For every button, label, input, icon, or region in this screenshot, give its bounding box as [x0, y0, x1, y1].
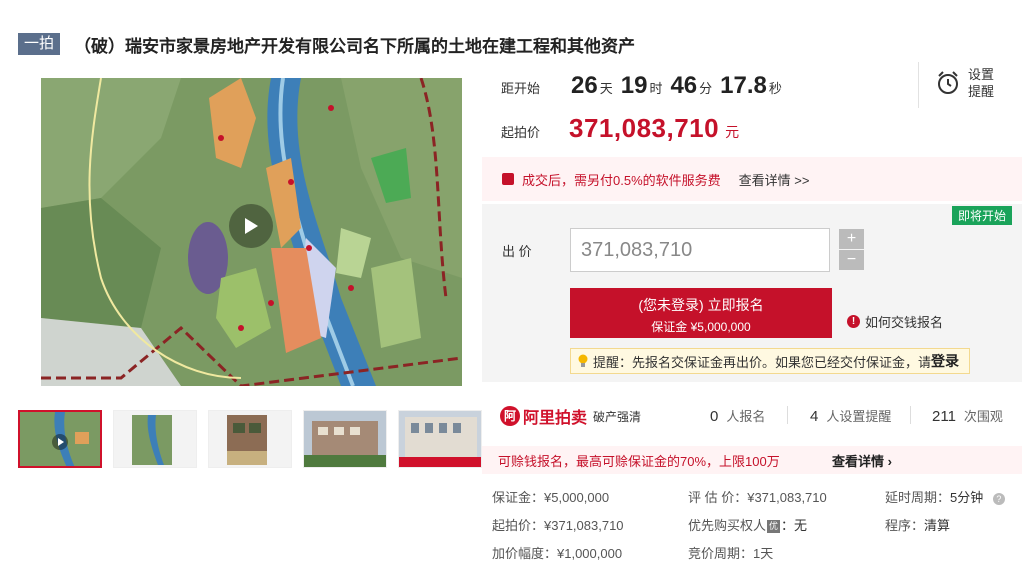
thumbnail-strip: [18, 410, 493, 468]
help-icon[interactable]: ?: [992, 492, 1005, 505]
video-play-button[interactable]: [229, 204, 273, 248]
thumbnail-5[interactable]: [398, 410, 482, 468]
detail-increment: 加价幅度：¥1,000,000: [492, 546, 623, 561]
decrease-bid-button[interactable]: −: [839, 250, 864, 270]
play-icon: [245, 218, 258, 234]
ali-auction-logo-icon: 阿: [500, 406, 520, 426]
register-deposit-label: 保证金 ¥5,000,000: [651, 320, 751, 334]
thumbnail-1[interactable]: [18, 410, 102, 468]
how-to-register-label: 如何交钱报名: [865, 315, 944, 330]
thumbnail-3[interactable]: [208, 410, 292, 468]
main-image[interactable]: [41, 78, 462, 386]
bid-panel: 即将开始 出 价 371,083,710 + − (您未登录) 立即报名 保证金…: [482, 204, 1022, 382]
deposit-credit-text: 可赊钱报名，最高可赊保证金的70%，上限100万: [498, 453, 780, 469]
register-now-button[interactable]: (您未登录) 立即报名 保证金 ¥5,000,000: [570, 288, 832, 338]
countdown-days: 26: [571, 72, 598, 99]
detail-delay: 延时周期：5分钟 ?: [885, 487, 1005, 506]
lightbulb-icon: [578, 354, 588, 367]
priority-icon: 优: [767, 520, 781, 534]
detail-priority: 优先购买权人优：无: [688, 518, 808, 534]
tip-text: 提醒：先报名交保证金再出价。如果您已经交付保证金，请: [593, 354, 932, 370]
start-price-unit: 元: [725, 124, 740, 140]
increase-bid-button[interactable]: +: [839, 229, 864, 249]
thumbnail-4[interactable]: [303, 410, 387, 468]
gift-icon: [502, 173, 514, 185]
register-now-label: (您未登录) 立即报名: [638, 297, 764, 313]
brand-name: 阿里拍卖: [523, 410, 588, 427]
countdown-hours-unit: 时: [649, 81, 663, 96]
bid-label: 出 价: [502, 244, 532, 259]
countdown-seconds: 17.8: [720, 72, 767, 99]
thumbnail-2[interactable]: [113, 410, 197, 468]
detail-start-price: 起拍价：¥371,083,710: [492, 518, 624, 533]
brand: 阿 阿里拍卖 破产强清: [500, 404, 641, 428]
start-price-value: 371,083,710: [569, 113, 720, 143]
detail-procedure: 程序：清算: [885, 518, 951, 533]
detail-appraisal: 评 估 价：¥371,083,710: [688, 490, 827, 505]
divider: [787, 406, 788, 424]
detail-bid-cycle: 竞价周期：1天: [688, 546, 774, 561]
set-reminder-button[interactable]: 设置 提醒: [936, 66, 998, 100]
countdown-label: 距开始: [501, 81, 541, 96]
set-reminder-label: 设置 提醒: [968, 67, 995, 99]
info-icon: !: [847, 315, 860, 328]
auction-round-tag: 一拍: [18, 33, 61, 55]
login-link[interactable]: 登录: [931, 351, 959, 371]
deposit-credit-notice: 可赊钱报名，最高可赊保证金的70%，上限100万 查看详情 ›: [482, 446, 1022, 474]
stat-views: 211 次围观: [932, 408, 1003, 425]
bid-amount-input[interactable]: 371,083,710: [570, 228, 830, 272]
page-title: （破）瑞安市家景房地产开发有限公司名下所属的土地在建工程和其他资产: [74, 36, 636, 57]
countdown-minutes: 46: [670, 72, 698, 99]
status-badge: 即将开始: [951, 206, 1012, 225]
how-to-register-link[interactable]: ! 如何交钱报名: [847, 312, 943, 331]
brand-subtitle: 破产强清: [593, 409, 642, 424]
stat-reminders: 4 人设置提醒: [810, 408, 892, 425]
start-price: 起拍价 371,083,710 元: [501, 113, 739, 144]
service-fee-details-link[interactable]: 查看详情 >>: [739, 170, 810, 189]
countdown-seconds-unit: 秒: [768, 81, 782, 96]
detail-deposit: 保证金：¥5,000,000: [492, 490, 610, 505]
title-bar: 一拍 （破）瑞安市家景房地产开发有限公司名下所属的土地在建工程和其他资产: [18, 33, 636, 57]
service-fee-notice: 成交后，需另付0.5%的软件服务费 查看详情 >>: [482, 157, 1022, 201]
deposit-credit-details-link[interactable]: 查看详情 ›: [832, 451, 892, 470]
divider: [910, 406, 911, 424]
stat-registrations: 0 人报名: [710, 408, 766, 425]
login-tip: 提醒：先报名交保证金再出价。如果您已经交付保证金，请 登录: [570, 348, 970, 374]
countdown-hours: 19: [620, 72, 648, 99]
play-icon: [52, 434, 68, 450]
service-fee-text: 成交后，需另付0.5%的软件服务费: [522, 172, 721, 188]
countdown-minutes-unit: 分: [699, 81, 713, 96]
countdown-days-unit: 天: [599, 81, 613, 96]
countdown: 距开始 26 天 19 时 46 分 17.8 秒: [501, 72, 782, 100]
alarm-clock-icon: [938, 71, 958, 94]
start-price-label: 起拍价: [501, 125, 541, 140]
divider: [918, 62, 919, 108]
